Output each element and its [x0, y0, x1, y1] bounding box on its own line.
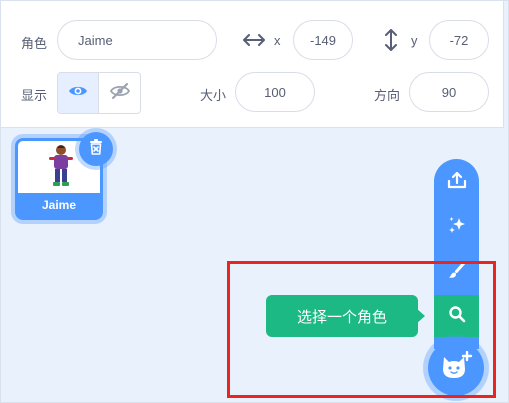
highlight-box — [227, 261, 496, 398]
eye-icon — [68, 84, 88, 103]
sprite-name-input[interactable]: Jaime — [57, 20, 217, 60]
direction-input[interactable]: 90 — [409, 72, 489, 112]
size-label: 大小 — [200, 88, 227, 103]
y-position-input[interactable]: -72 — [429, 20, 489, 60]
horizontal-arrows-icon — [243, 32, 265, 48]
upload-icon — [447, 171, 467, 194]
sprite-name-label: Jaime — [18, 193, 100, 217]
show-sprite-button[interactable] — [58, 73, 100, 113]
y-label: y — [411, 33, 418, 48]
hide-sprite-button[interactable] — [99, 73, 140, 113]
surprise-icon — [447, 215, 467, 240]
trash-icon — [89, 138, 103, 160]
x-position-input[interactable]: -149 — [293, 20, 353, 60]
eye-slash-icon — [109, 82, 130, 105]
sprite-costume-image — [49, 145, 73, 186]
vertical-arrows-icon — [383, 29, 399, 51]
size-input[interactable]: 100 — [235, 72, 315, 112]
visibility-toggle — [57, 72, 141, 114]
sprite-pane: 角色 Jaime x -149 y -72 显示 大小 100 方向 90 Ja… — [0, 0, 509, 403]
show-label: 显示 — [21, 88, 48, 103]
direction-label: 方向 — [374, 88, 401, 103]
delete-sprite-button[interactable] — [79, 132, 113, 166]
surprise-sprite-button[interactable] — [434, 206, 479, 248]
sprite-label: 角色 — [21, 36, 48, 51]
x-label: x — [274, 33, 281, 48]
sprite-info-panel: 角色 Jaime x -149 y -72 显示 大小 100 方向 90 — [1, 1, 504, 128]
upload-sprite-button[interactable] — [434, 161, 479, 203]
